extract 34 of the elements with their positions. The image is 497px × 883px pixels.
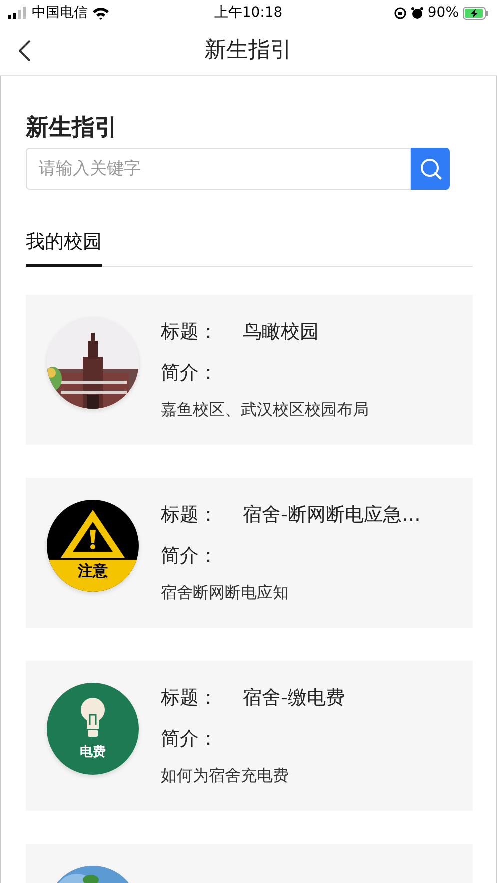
wifi-icon (92, 6, 110, 20)
title-label: 标题： (161, 686, 219, 711)
guide-card[interactable]: 注意 标题： 宿舍-断网断电应急… 简介： 宿舍断网断电应知 (26, 478, 473, 628)
search-icon (420, 158, 442, 180)
guide-card[interactable]: 电费 标题： 宿舍-缴电费 简介： 如何为宿舍充电费 (26, 661, 473, 811)
tab[interactable]: 我的校园 (26, 228, 102, 267)
search-button[interactable] (411, 148, 450, 190)
rotation-lock-icon (394, 6, 407, 20)
battery-percent: 90% (428, 4, 459, 22)
carrier-name: 中国电信 (32, 4, 88, 22)
title-label: 标题： (161, 502, 219, 528)
guide-card[interactable]: 标题： 鸟瞰校园 简介： 嘉鱼校区、武汉校区校园布局 (26, 295, 473, 445)
battery-charging-icon (463, 6, 489, 20)
warning-icon (59, 508, 127, 560)
status-time: 上午10:18 (214, 4, 283, 20)
light-bulb-icon (78, 697, 108, 739)
card-title: 宿舍-断网断电应急… (243, 502, 421, 528)
intro-label: 简介： (161, 727, 219, 752)
badge-label: 电费 (80, 744, 106, 762)
alarm-icon (410, 6, 424, 20)
card-description: 嘉鱼校区、武汉校区校园布局 (161, 399, 369, 421)
card-description: 宿舍断网断电应知 (161, 582, 290, 604)
signal-icon (8, 7, 28, 19)
search-field[interactable]: 请输入关键字 (26, 148, 411, 190)
page-title: 新生指引 (204, 38, 292, 63)
intro-label: 简介： (161, 361, 219, 386)
card-description: 如何为宿舍充电费 (161, 765, 290, 787)
badge-label: 注意 (78, 561, 108, 582)
section-heading: 新生指引 (26, 115, 118, 141)
intro-label: 简介： (161, 544, 219, 569)
card-title: 鸟瞰校园 (243, 320, 319, 345)
card-title: 宿舍-缴电费 (243, 686, 345, 711)
title-label: 标题： (161, 320, 219, 345)
back-icon (19, 40, 31, 62)
